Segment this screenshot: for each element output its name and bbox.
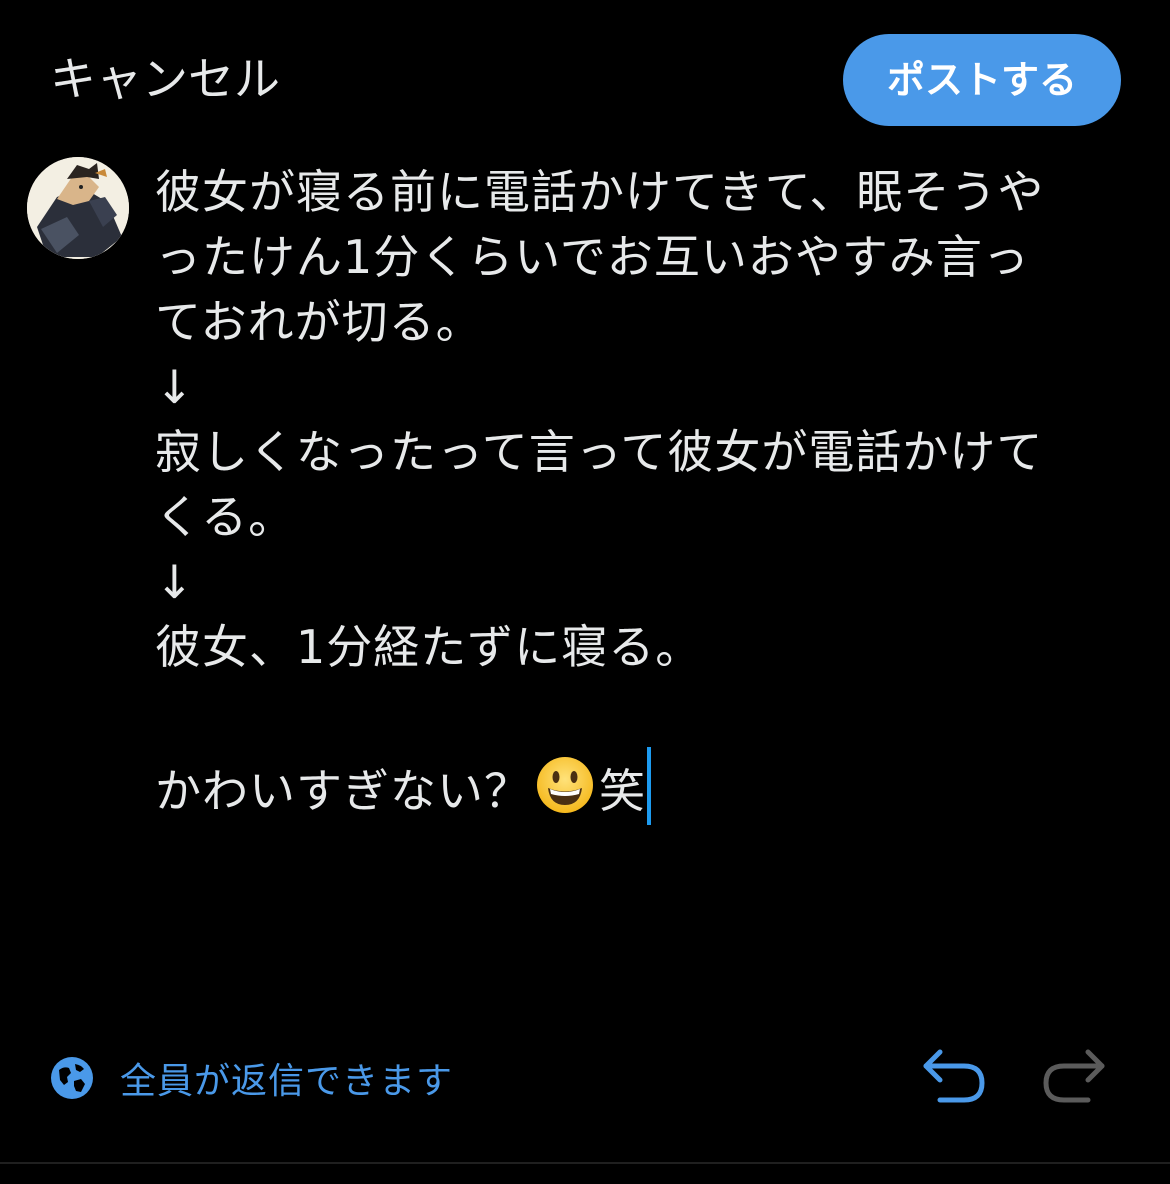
post-button[interactable]: ポストする xyxy=(843,34,1121,126)
compose-line: くる。 xyxy=(155,490,296,544)
avatar-illustration xyxy=(27,157,129,259)
text-cursor xyxy=(647,747,651,825)
bottom-divider xyxy=(0,1162,1170,1164)
redo-icon xyxy=(1043,1049,1105,1103)
globe-icon xyxy=(51,1057,93,1099)
avatar[interactable] xyxy=(27,157,129,259)
compose-line: ↓ xyxy=(155,555,195,609)
compose-last-line: かわいすぎない？ 笑 xyxy=(155,747,1135,825)
undo-icon[interactable] xyxy=(920,1046,988,1106)
reply-setting-button[interactable]: 全員が返信できます xyxy=(50,1054,453,1102)
compose-line-text: かわいすぎない？ xyxy=(155,764,531,818)
compose-header: キャンセル ポストする xyxy=(0,0,1170,150)
compose-line: ておれが切る。 xyxy=(155,295,483,349)
compose-line: ったけん1分くらいでお互いおやすみ言っ xyxy=(155,230,1030,284)
compose-line: 寂しくなったって言って彼女が電話かけて xyxy=(155,425,1044,479)
compose-suffix: 笑 xyxy=(599,764,646,818)
compose-line: ↓ xyxy=(155,360,195,414)
tweet-compose-text[interactable]: 彼女が寝る前に電話かけてきて、眠そうや ったけん1分くらいでお互いおやすみ言っ … xyxy=(155,160,1135,825)
compose-line: 彼女、1分経たずに寝る。 xyxy=(155,620,703,674)
grinning-face-emoji xyxy=(537,757,593,813)
cancel-button[interactable]: キャンセル xyxy=(50,48,280,110)
compose-line xyxy=(155,680,1135,745)
compose-line: 彼女が寝る前に電話かけてきて、眠そうや xyxy=(155,165,1045,219)
reply-setting-label: 全員が返信できます xyxy=(120,1061,454,1102)
